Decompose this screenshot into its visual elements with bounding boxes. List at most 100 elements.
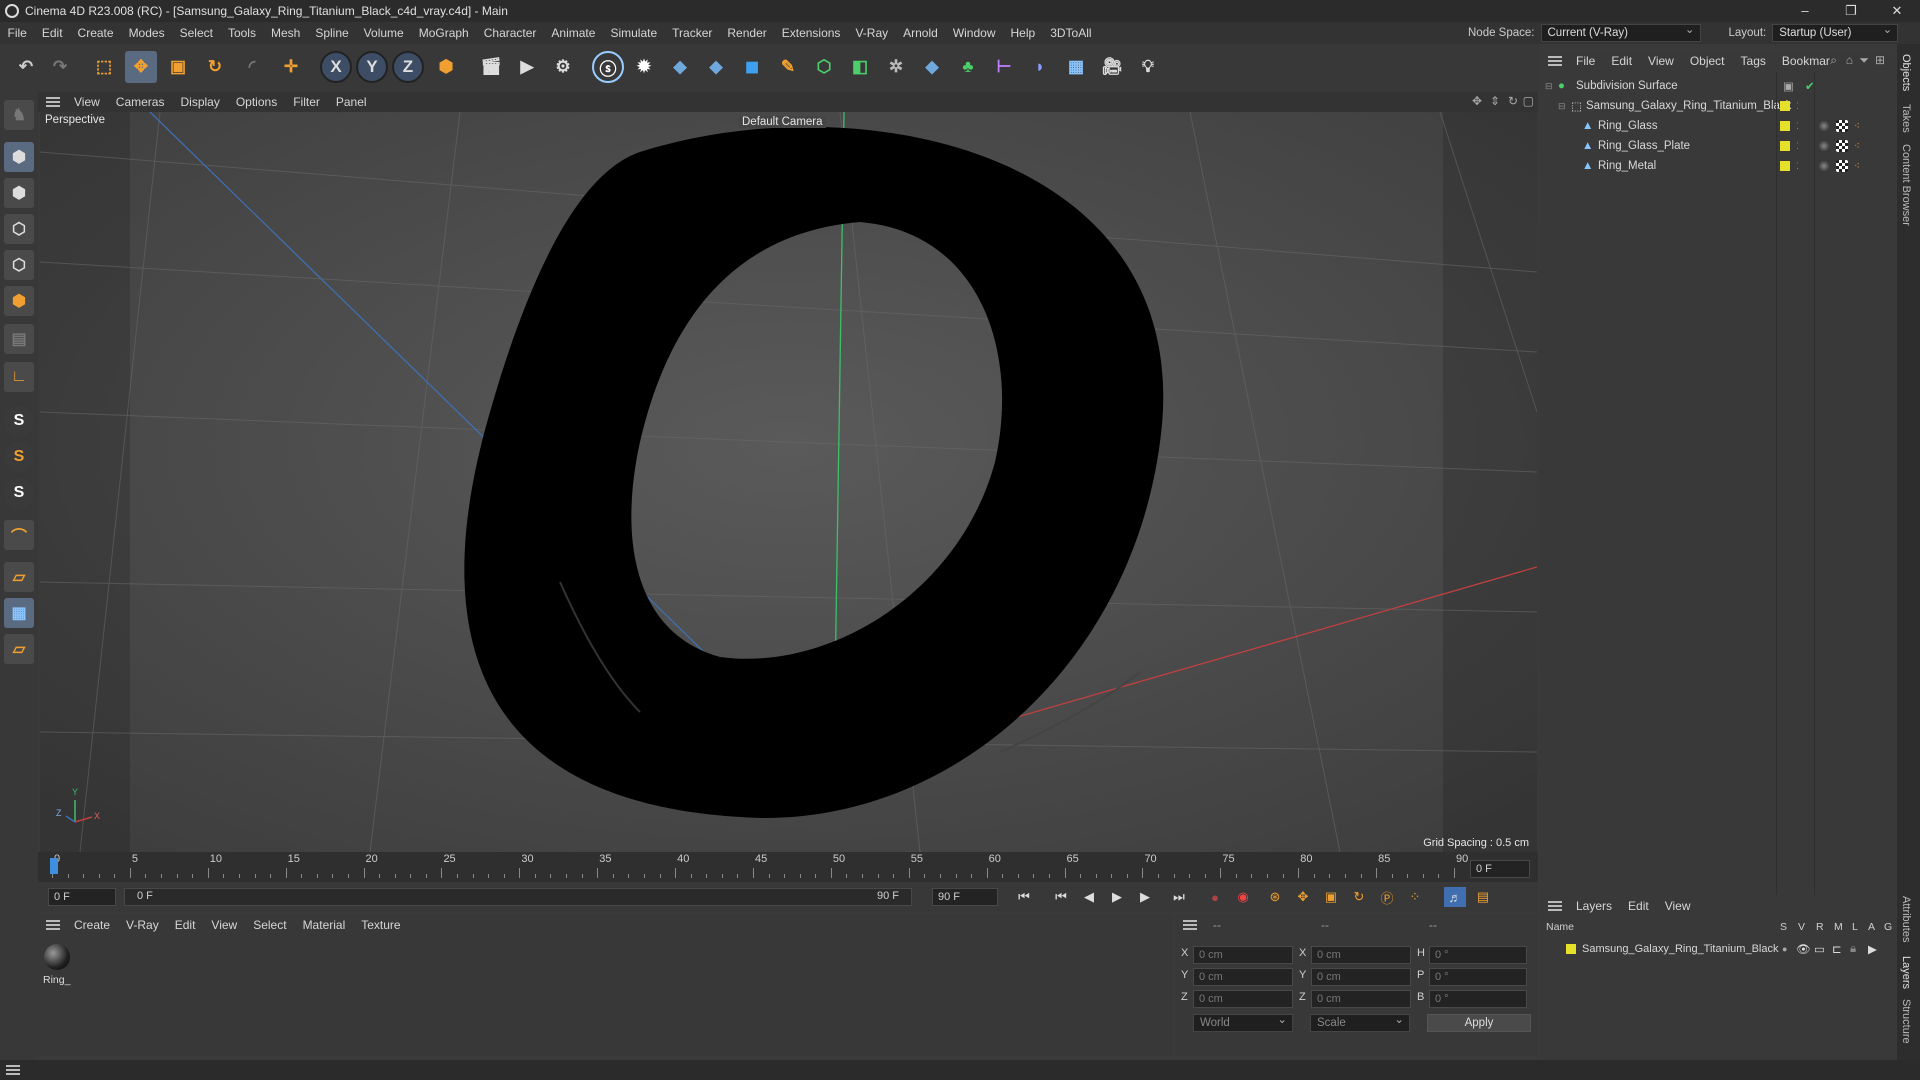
make-editable-icon[interactable]: ♞ — [4, 100, 34, 130]
object-name[interactable]: Samsung_Galaxy_Ring_Titanium_Black — [1586, 100, 1791, 112]
timeline-icon[interactable]: ▤ — [1472, 887, 1494, 907]
material-menu-view[interactable]: View — [203, 918, 245, 932]
layer-solo-icon[interactable]: ● — [1782, 944, 1787, 954]
rot-h-field[interactable]: 0 ° — [1429, 946, 1527, 964]
object-hamburger-icon[interactable] — [1548, 56, 1562, 66]
material-menu-vray[interactable]: V-Ray — [118, 918, 167, 932]
menu-file[interactable]: File — [0, 26, 34, 40]
object-name[interactable]: Subdivision Surface — [1576, 80, 1678, 92]
material-menu-material[interactable]: Material — [295, 918, 354, 932]
menu-character[interactable]: Character — [476, 26, 544, 40]
expand-icon[interactable]: ⊟ — [1558, 101, 1566, 112]
viewport-maximize-icon[interactable]: ▢ — [1523, 94, 1534, 108]
tab-content-browser[interactable]: Content Browser — [1900, 144, 1912, 226]
tab-objects[interactable]: Objects — [1900, 54, 1912, 91]
play-icon[interactable]: ▶ — [1106, 887, 1128, 907]
locked-workplane-icon[interactable]: ▦ — [4, 598, 34, 628]
layer-color-swatch[interactable] — [1780, 161, 1790, 171]
layer-hamburger-icon[interactable] — [1548, 901, 1562, 911]
object-menu-view[interactable]: View — [1640, 54, 1682, 68]
scale-y-field[interactable]: 0 cm — [1311, 968, 1411, 986]
object-name[interactable]: Ring_Glass_Plate — [1598, 140, 1690, 152]
visibility-dots-icon[interactable]: ⁚ — [1796, 121, 1799, 132]
viewport-rotate-icon[interactable]: ↻ — [1508, 94, 1518, 108]
menu-extensions[interactable]: Extensions — [774, 26, 848, 40]
tab-takes[interactable]: Takes — [1900, 104, 1912, 133]
home-icon[interactable]: ⌂ — [1846, 53, 1853, 67]
parameter-key-icon[interactable]: Ⓟ — [1376, 887, 1398, 907]
points-mode-icon[interactable]: ⬡ — [4, 214, 34, 244]
previous-frame-icon[interactable]: ◀ — [1078, 887, 1100, 907]
layer-menu-view[interactable]: View — [1657, 899, 1699, 913]
magnet-icon[interactable]: ⌒ — [4, 520, 34, 550]
object-name[interactable]: Ring_Glass — [1598, 120, 1657, 132]
python-script-2-icon[interactable]: ◆ — [700, 51, 732, 83]
object-row-ring-metal[interactable]: ▲ Ring_Metal ⁚ ⁖ — [1540, 156, 1895, 176]
tab-attributes[interactable]: Attributes — [1900, 896, 1912, 942]
filter-icon[interactable]: ⏷ — [1859, 53, 1869, 68]
menu-select[interactable]: Select — [172, 26, 220, 40]
apply-button[interactable]: Apply — [1427, 1014, 1531, 1032]
frame-range-slider[interactable]: 0 F 90 F — [124, 888, 912, 906]
coordinate-mode-dropdown[interactable]: World — [1193, 1012, 1293, 1032]
object-menu-file[interactable]: File — [1568, 54, 1603, 68]
menu-create[interactable]: Create — [70, 26, 121, 40]
python-script-icon[interactable]: ◆ — [664, 51, 696, 83]
x-axis-lock-icon[interactable]: X — [320, 51, 352, 83]
scale-key-icon[interactable]: ▣ — [1320, 887, 1342, 907]
rotate-tool-icon[interactable]: ↻ — [199, 51, 231, 83]
recent-tools-icon[interactable]: ◜ — [236, 51, 268, 83]
snap-2-icon[interactable]: S — [4, 442, 34, 472]
material-menu-create[interactable]: Create — [66, 918, 118, 932]
viewport-menu-options[interactable]: Options — [228, 95, 285, 109]
texture-mode-icon[interactable]: ⬢ — [4, 178, 34, 208]
viewport-menu-panel[interactable]: Panel — [328, 95, 375, 109]
workplane-icon[interactable]: ▱ — [4, 562, 34, 592]
snap-3-icon[interactable]: S — [4, 478, 34, 508]
material-tag-icon[interactable] — [1818, 160, 1830, 172]
uv-mode-icon[interactable]: ▤ — [4, 324, 34, 354]
rotation-key-icon[interactable]: ↻ — [1348, 887, 1370, 907]
field-icon[interactable]: ⊢ — [988, 51, 1020, 83]
record-keys-icon[interactable]: ● — [1204, 887, 1226, 907]
pos-x-field[interactable]: 0 cm — [1193, 946, 1293, 964]
layer-row[interactable]: Samsung_Galaxy_Ring_Titanium_Black ● 👁︎ … — [1540, 939, 1895, 959]
cube-primitive-icon[interactable]: ◼ — [736, 51, 768, 83]
edit-toggle-icon[interactable]: ▣ — [1783, 79, 1794, 93]
object-menu-tags[interactable]: Tags — [1733, 54, 1774, 68]
object-name[interactable]: Ring_Metal — [1598, 160, 1656, 172]
layer-render-icon[interactable]: ▭ — [1814, 942, 1825, 956]
scale-tool-icon[interactable]: ▣ — [162, 51, 194, 83]
close-button[interactable]: ✕ — [1874, 0, 1920, 22]
coordinate-system-icon[interactable]: ⬢ — [430, 51, 462, 83]
viewport-zoom-icon[interactable]: ⇕ — [1490, 94, 1500, 108]
menu-arnold[interactable]: Arnold — [896, 26, 946, 40]
start-frame-field[interactable]: 0 F — [48, 888, 116, 906]
texture-tag-icon[interactable] — [1836, 140, 1848, 152]
object-row-subdivision-surface[interactable]: ⊟ ● Subdivision Surface ▣ ✔ — [1540, 76, 1895, 96]
pos-z-field[interactable]: 0 cm — [1193, 990, 1293, 1008]
light-icon[interactable]: 💡︎ — [1132, 51, 1164, 83]
vray-light-icon[interactable]: ✹ — [628, 51, 660, 83]
layer-color-swatch[interactable] — [1780, 121, 1790, 131]
vray-tag-icon[interactable]: ⁖ — [1854, 161, 1860, 172]
transform-tool-icon[interactable]: ✛ — [275, 51, 307, 83]
texture-tag-icon[interactable] — [1836, 160, 1848, 172]
layer-menu-layers[interactable]: Layers — [1568, 899, 1620, 913]
menu-mograph[interactable]: MoGraph — [411, 26, 476, 40]
layer-lock-icon[interactable]: 🔒︎ — [1850, 943, 1856, 956]
new-window-icon[interactable]: ⊞ — [1875, 53, 1885, 67]
visibility-dots-icon[interactable]: ⁚ — [1796, 161, 1799, 172]
material-tag-icon[interactable] — [1818, 140, 1830, 152]
object-menu-edit[interactable]: Edit — [1603, 54, 1640, 68]
material-swatch[interactable] — [44, 944, 70, 970]
rot-p-field[interactable]: 0 ° — [1429, 968, 1527, 986]
keyframe-selection-icon[interactable]: ⊛ — [1264, 887, 1286, 907]
viewport-move-icon[interactable]: ✥ — [1472, 94, 1482, 108]
tab-structure[interactable]: Structure — [1900, 999, 1912, 1044]
layer-color-swatch[interactable] — [1780, 101, 1790, 111]
paint-icon[interactable]: ◗ — [1024, 51, 1056, 83]
layer-animation-icon[interactable]: ▶ — [1868, 942, 1877, 956]
pen-spline-icon[interactable]: ✎ — [772, 51, 804, 83]
layer-color-swatch[interactable] — [1780, 141, 1790, 151]
